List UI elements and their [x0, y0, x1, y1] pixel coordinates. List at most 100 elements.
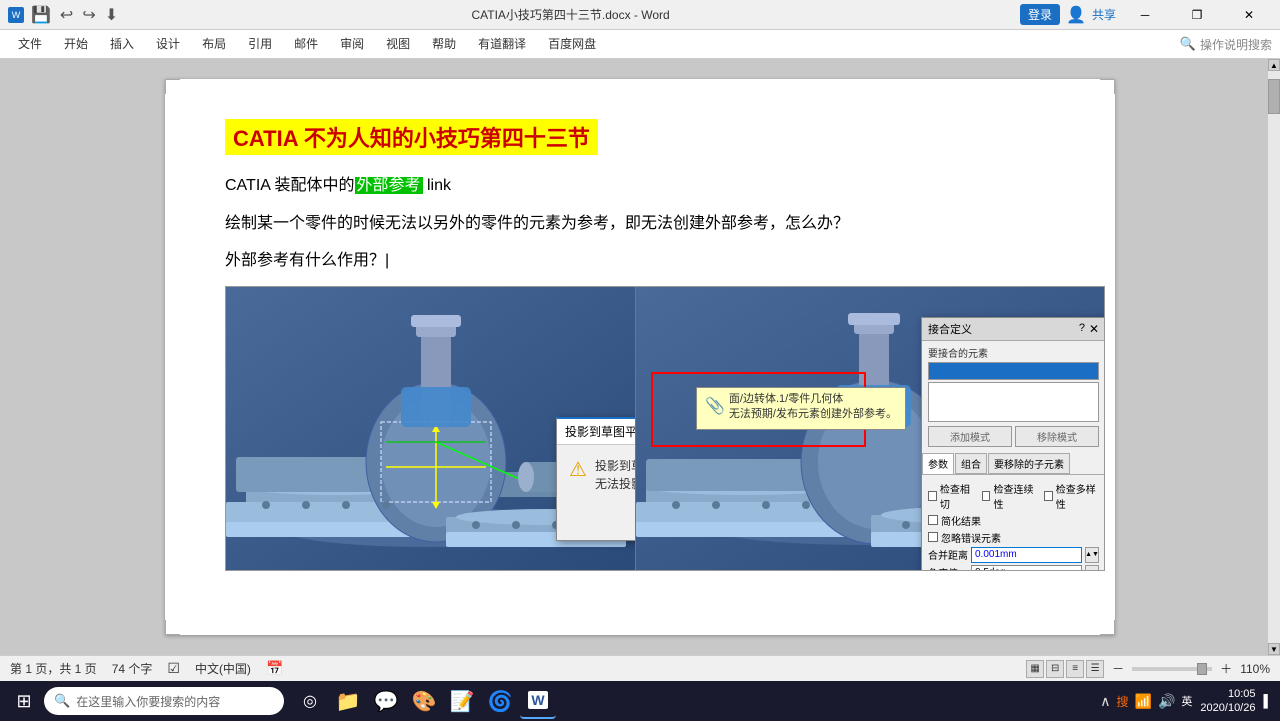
tooltip-line1: 面/边转体.1/零件几何体 [729, 392, 897, 407]
angle-spinner[interactable]: ▲▼ [1085, 565, 1099, 571]
scroll-down[interactable]: ▼ [1268, 643, 1280, 655]
user-icon: 👤 [1066, 5, 1086, 25]
img-right: 📎 面/边转体.1/零件几何体 无法预期/发布元素创建外部参考。 接合定义 ? … [636, 287, 1105, 571]
zoom-thumb[interactable] [1197, 663, 1207, 675]
joint-check-ignore: 忽略错误元素 [928, 530, 1099, 545]
taskbar-notepad[interactable]: 📝 [444, 683, 480, 719]
view-print[interactable]: ▦ [1026, 660, 1044, 678]
joint-titlebar: 接合定义 ? ✕ [922, 318, 1105, 341]
view-web[interactable]: ⊟ [1046, 660, 1064, 678]
tab-start[interactable]: 开始 [54, 31, 98, 58]
close-button[interactable]: ✕ [1226, 0, 1272, 30]
restore-button[interactable]: ❐ [1174, 0, 1220, 30]
merge-dist-value[interactable]: 0.001mm [971, 547, 1082, 563]
view-draft[interactable]: ☰ [1086, 660, 1104, 678]
taskbar-explorer[interactable]: 📁 [330, 683, 366, 719]
tab-file[interactable]: 文件 [8, 31, 52, 58]
sougou-icon[interactable]: 搜 [1117, 693, 1129, 710]
taskbar-wechat[interactable]: 💬 [368, 683, 404, 719]
dialog-projection-title: 投影到草图平面上 [565, 423, 636, 440]
scroll-up[interactable]: ▲ [1268, 59, 1280, 71]
view-outline[interactable]: ≡ [1066, 660, 1084, 678]
start-button[interactable]: ⊞ [8, 685, 40, 717]
softapp-icon: 🌀 [488, 689, 513, 714]
dialog-projection-titlebar: 投影到草图平面上 ✕ [557, 419, 636, 445]
joint-input-empty [928, 382, 1099, 422]
joint-tab-combine[interactable]: 组合 [955, 453, 987, 474]
tab-help[interactable]: 帮助 [422, 31, 466, 58]
checkbox-tangent[interactable] [928, 491, 937, 501]
line1-prefix: CATIA 装配体中的 [225, 177, 355, 194]
redo-quick[interactable]: ↪ [79, 5, 98, 25]
joint-tab-remove[interactable]: 要移除的子元素 [988, 453, 1070, 474]
joint-tab-params[interactable]: 参数 [922, 453, 954, 474]
corner-tr [1100, 79, 1115, 94]
joint-elements-label: 要接合的元素 [928, 345, 1099, 360]
taskbar-word[interactable]: W [520, 683, 556, 719]
joint-tabs: 参数 组合 要移除的子元素 [922, 453, 1105, 475]
doc-area: CATIA 不为人知的小技巧第四十三节 CATIA 装配体中的外部参考 link… [0, 59, 1280, 655]
checkbox-multi[interactable] [1044, 491, 1053, 501]
scroll-thumb[interactable] [1268, 79, 1280, 114]
img-left: 投影到草图平面上 ✕ ⚠ 投影到草图平面失败： 无法投影选定元素 确定 [226, 287, 636, 571]
ime-icon[interactable]: 英 [1181, 693, 1192, 709]
taskbar-search[interactable]: 🔍 在这里输入你要搜索的内容 [44, 687, 284, 715]
tab-layout[interactable]: 布局 [192, 31, 236, 58]
search-placeholder[interactable]: 操作说明搜索 [1200, 36, 1272, 53]
checkbox-simplify[interactable] [928, 515, 938, 525]
taskbar-paint[interactable]: 🎨 [406, 683, 442, 719]
tab-reference[interactable]: 引用 [238, 31, 282, 58]
clock-date: 2020/10/26 [1200, 701, 1255, 715]
spell-check-icon[interactable]: ☑ [167, 660, 180, 677]
show-desktop[interactable]: ▌ [1263, 694, 1272, 708]
joint-add-mode[interactable]: 添加模式 [928, 426, 1012, 447]
login-button[interactable]: 登录 [1020, 4, 1060, 25]
zoom-in-icon[interactable]: ＋ [1220, 660, 1232, 677]
joint-check-tangent: 检查相切 检查连续性 检查多样性 [928, 481, 1099, 511]
checkbox-continuity[interactable] [982, 491, 991, 501]
ribbon: 文件 开始 插入 设计 布局 引用 邮件 审阅 视图 帮助 有道翻译 百度网盘 … [0, 30, 1280, 59]
word-taskbar-icon: W [528, 691, 547, 709]
zoom-out-icon[interactable]: － [1112, 660, 1124, 677]
tab-review[interactable]: 审阅 [330, 31, 374, 58]
wechat-icon: 💬 [374, 689, 399, 714]
joint-section-elements: 要接合的元素 添加模式 移除模式 [922, 341, 1105, 453]
tab-baidu[interactable]: 百度网盘 [538, 31, 606, 58]
taskbar-search-placeholder: 在这里输入你要搜索的内容 [76, 693, 220, 710]
share-button[interactable]: 共享 [1092, 6, 1116, 23]
scrollbar-track: ▲ ▼ [1268, 59, 1280, 655]
dropdown-quick[interactable]: ⬇ [102, 5, 121, 25]
joint-input-selected[interactable] [928, 362, 1099, 380]
titlebar-right: 登录 👤 共享 ─ ❐ ✕ [1020, 0, 1272, 30]
tab-mail[interactable]: 邮件 [284, 31, 328, 58]
minimize-button[interactable]: ─ [1122, 0, 1168, 30]
tab-insert[interactable]: 插入 [100, 31, 144, 58]
network-icon[interactable]: 📶 [1135, 693, 1152, 710]
status-bar: 第 1 页，共 1 页 74 个字 ☑ 中文(中国) 📅 ▦ ⊟ ≡ ☰ － ＋… [0, 655, 1280, 681]
merge-dist-spinner[interactable]: ▲▼ [1085, 547, 1099, 563]
checkbox-ignore[interactable] [928, 532, 938, 542]
tray-up-arrow[interactable]: ∧ [1100, 693, 1110, 710]
corner-br [1100, 620, 1115, 635]
tab-design[interactable]: 设计 [146, 31, 190, 58]
line1-highlight: 外部参考 [355, 177, 423, 194]
title-bar: W 💾 ↩ ↪ ⬇ CATIA小技巧第四十三节.docx - Word 登录 👤… [0, 0, 1280, 30]
taskbar-softapp[interactable]: 🌀 [482, 683, 518, 719]
zoom-slider[interactable] [1132, 667, 1212, 671]
taskbar-search-icon: 🔍 [54, 693, 70, 709]
window-title: CATIA小技巧第四十三节.docx - Word [471, 6, 669, 23]
taskbar-cortana[interactable]: ◎ [292, 683, 328, 719]
line1-suffix: link [423, 177, 451, 194]
joint-remove-mode[interactable]: 移除模式 [1015, 426, 1099, 447]
undo-quick[interactable]: ↩ [57, 5, 76, 25]
tab-view[interactable]: 视图 [376, 31, 420, 58]
volume-icon[interactable]: 🔊 [1158, 693, 1175, 710]
angle-value[interactable]: 0.5deg [971, 565, 1082, 571]
save-quick[interactable]: 💾 [28, 5, 54, 25]
joint-help-button[interactable]: ? [1079, 322, 1085, 336]
joint-close-button[interactable]: ✕ [1089, 322, 1099, 336]
joint-title: 接合定义 [928, 321, 972, 337]
system-clock[interactable]: 10:05 2020/10/26 [1200, 687, 1255, 716]
tab-youdao[interactable]: 有道翻译 [468, 31, 536, 58]
status-calendar-icon: 📅 [266, 660, 283, 677]
